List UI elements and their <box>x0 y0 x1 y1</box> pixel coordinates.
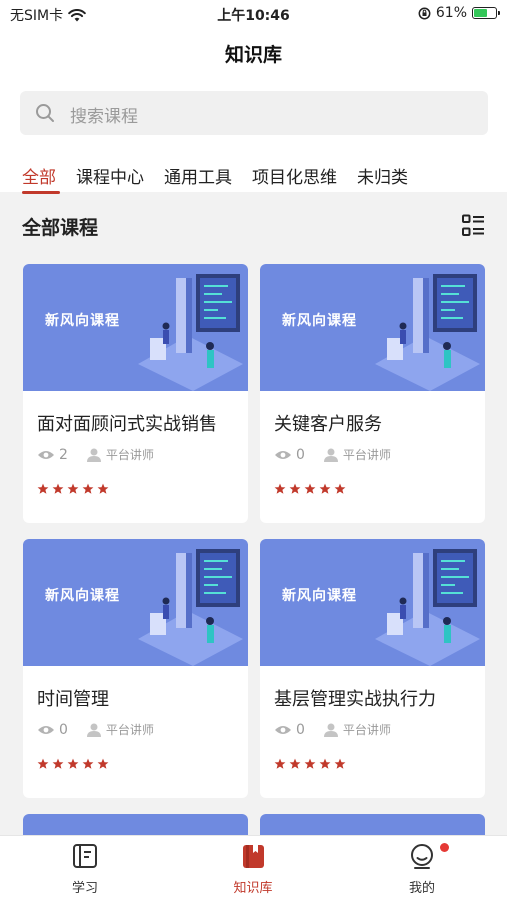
star-icon <box>97 483 109 494</box>
star-icon <box>304 758 316 769</box>
active-tab-indicator <box>22 191 60 194</box>
banner-text: 新风向课程 <box>45 313 120 329</box>
course-banner: 新风向课程 <box>23 539 248 666</box>
banner-illustration <box>375 549 480 666</box>
tabbar-label: 学习 <box>71 881 98 896</box>
knowledge-icon <box>243 845 264 868</box>
star-icon <box>319 758 331 769</box>
star-icon <box>334 483 346 494</box>
category-tabs: 全部 课程中心 通用工具 项目化思维 未归类 <box>22 163 408 194</box>
notification-badge <box>440 843 449 852</box>
battery-icon <box>472 7 500 19</box>
view-count: 0 <box>296 446 305 463</box>
star-icon <box>67 758 79 769</box>
star-icon <box>82 483 94 494</box>
banner-text: 新风向课程 <box>282 313 357 329</box>
star-icon <box>274 483 286 494</box>
book-icon <box>73 844 97 868</box>
course-card[interactable]: 新风向课程 关键客户服务 0 平台讲师 <box>260 264 485 523</box>
rating-stars <box>274 483 346 495</box>
person-icon <box>86 448 101 462</box>
course-meta: 0 平台讲师 <box>37 721 154 738</box>
banner-illustration <box>375 274 480 391</box>
course-card[interactable]: 新风向课程 面对面顾问式实战销售 2 平台讲师 <box>23 264 248 523</box>
course-meta: 0 平台讲师 <box>274 721 391 738</box>
tabbar-item-knowledge[interactable]: 知识库 <box>208 842 298 896</box>
status-right: 61% <box>418 5 500 21</box>
star-icon <box>37 758 49 769</box>
rating-stars <box>37 483 109 495</box>
lecturer-name: 平台讲师 <box>342 723 391 737</box>
eye-icon <box>275 725 291 734</box>
star-icon <box>52 758 64 769</box>
lecturer-name: 平台讲师 <box>105 448 154 462</box>
star-icon <box>37 483 49 494</box>
battery-fill <box>474 9 487 17</box>
star-icon <box>319 483 331 494</box>
tab-general-tools[interactable]: 通用工具 <box>164 163 232 188</box>
tabbar-item-mine[interactable]: 我的 <box>377 842 467 896</box>
rating-stars <box>37 758 109 770</box>
course-banner: 新风向课程 <box>23 264 248 391</box>
view-count: 0 <box>59 721 68 738</box>
course-banner: 新风向课程 <box>260 264 485 391</box>
view-count: 0 <box>296 721 305 738</box>
orientation-lock-icon <box>418 7 431 19</box>
person-icon <box>323 723 338 737</box>
tabbar-item-study[interactable]: 学习 <box>40 842 130 896</box>
search-icon <box>36 104 54 122</box>
star-icon <box>289 758 301 769</box>
tab-uncategorized[interactable]: 未归类 <box>357 163 408 188</box>
course-meta: 0 平台讲师 <box>274 446 391 463</box>
star-icon <box>82 758 94 769</box>
person-icon <box>323 448 338 462</box>
tab-course-center[interactable]: 课程中心 <box>76 163 144 188</box>
banner-text: 新风向课程 <box>45 588 120 604</box>
course-title: 关键客户服务 <box>274 414 382 435</box>
course-title: 时间管理 <box>37 689 109 710</box>
banner-illustration <box>138 274 243 391</box>
bottom-tab-bar: 学习 知识库 我的 <box>0 835 507 900</box>
star-icon <box>304 483 316 494</box>
course-card[interactable]: 新风向课程 时间管理 0 平台讲师 <box>23 539 248 798</box>
section-title: 全部课程 <box>22 217 99 239</box>
profile-icon <box>411 844 433 869</box>
tabbar-label: 知识库 <box>233 881 273 896</box>
star-icon <box>67 483 79 494</box>
tab-all[interactable]: 全部 <box>22 163 56 188</box>
eye-icon <box>275 450 291 459</box>
course-title: 基层管理实战执行力 <box>274 689 436 710</box>
star-icon <box>289 483 301 494</box>
course-banner: 新风向课程 <box>260 539 485 666</box>
tab-project-thinking[interactable]: 项目化思维 <box>252 163 337 188</box>
status-bar: 无SIM卡 上午10:46 61% <box>0 0 507 28</box>
course-title: 面对面顾问式实战销售 <box>37 414 217 435</box>
lecturer-name: 平台讲师 <box>342 448 391 462</box>
star-icon <box>52 483 64 494</box>
star-icon <box>334 758 346 769</box>
person-icon <box>86 723 101 737</box>
star-icon <box>97 758 109 769</box>
rating-stars <box>274 758 346 770</box>
eye-icon <box>38 725 54 734</box>
search-bar[interactable]: 搜索课程 <box>20 91 488 135</box>
lecturer-name: 平台讲师 <box>105 723 154 737</box>
tabbar-label: 我的 <box>408 881 435 896</box>
view-count: 2 <box>59 446 68 463</box>
course-card[interactable]: 新风向课程 基层管理实战执行力 0 平台讲师 <box>260 539 485 798</box>
star-icon <box>274 758 286 769</box>
page-title: 知识库 <box>224 44 282 66</box>
search-placeholder[interactable]: 搜索课程 <box>70 102 138 127</box>
banner-illustration <box>138 549 243 666</box>
course-meta: 2 平台讲师 <box>37 446 154 463</box>
eye-icon <box>38 450 54 459</box>
battery-percent: 61% <box>435 5 467 21</box>
list-view-icon[interactable] <box>461 213 486 238</box>
banner-text: 新风向课程 <box>282 588 357 604</box>
top-area: 无SIM卡 上午10:46 61% 知识库 搜索课程 全部 课程中心 通用工具 … <box>0 0 507 194</box>
